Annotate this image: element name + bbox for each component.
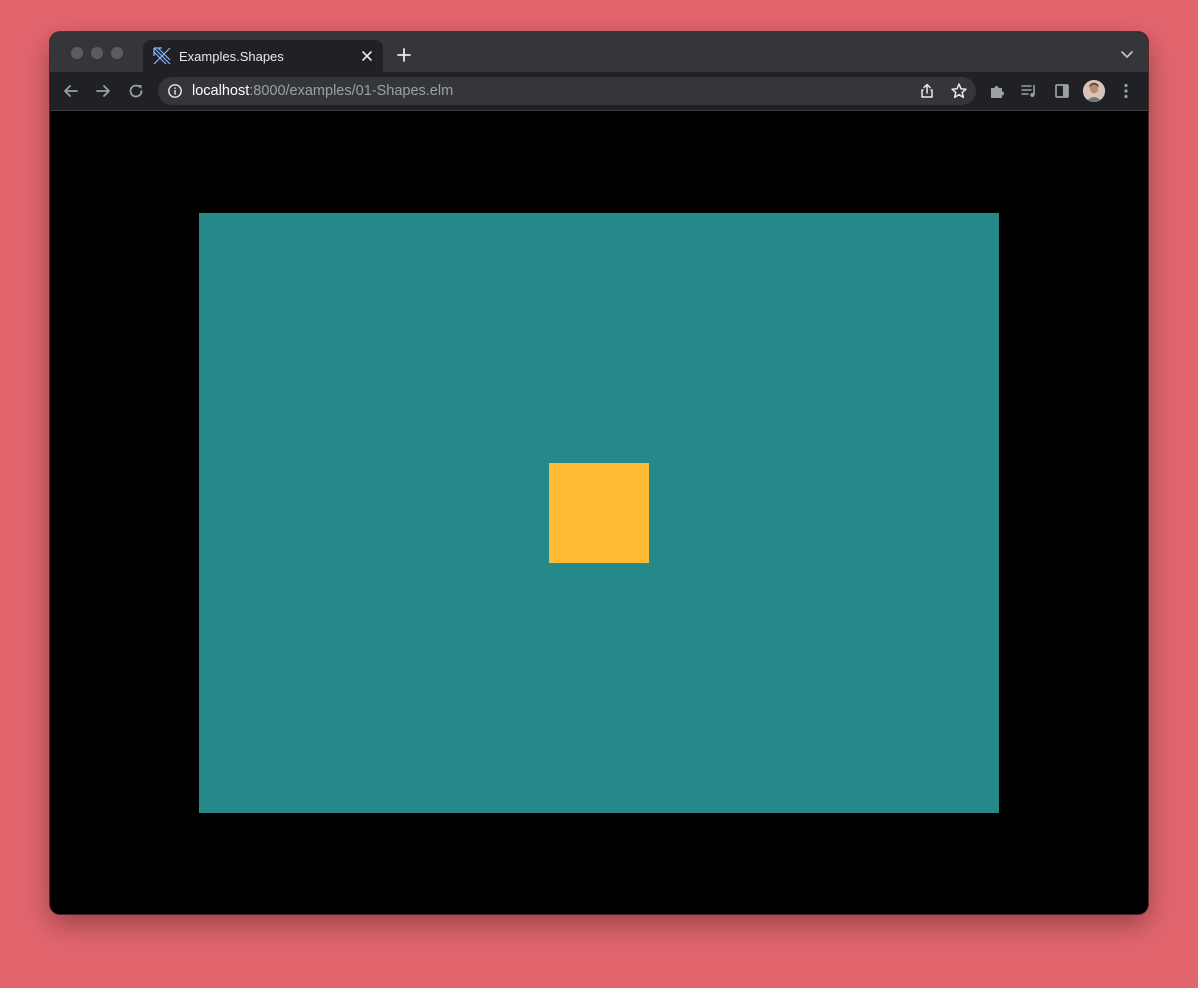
close-window-button[interactable]	[71, 47, 83, 59]
close-tab-icon[interactable]	[359, 48, 375, 64]
site-info-icon[interactable]	[167, 83, 183, 99]
more-menu-icon[interactable]	[1117, 82, 1135, 100]
back-arrow-icon[interactable]	[62, 82, 80, 100]
address-bar[interactable]: localhost:8000/examples/01-Shapes.elm	[158, 77, 976, 105]
side-panel-icon[interactable]	[1053, 82, 1071, 100]
tab-search-chevron-icon[interactable]	[1120, 50, 1134, 60]
elm-tangram-icon	[153, 47, 171, 65]
page-viewport	[50, 111, 1148, 914]
shapes-canvas	[199, 213, 999, 813]
yellow-square	[549, 463, 649, 563]
share-icon[interactable]	[918, 82, 936, 100]
browser-toolbar: localhost:8000/examples/01-Shapes.elm	[50, 72, 1148, 111]
extensions-puzzle-icon[interactable]	[988, 82, 1006, 100]
tab-title: Examples.Shapes	[179, 49, 284, 64]
reload-icon[interactable]	[127, 82, 145, 100]
zoom-window-button[interactable]	[111, 47, 123, 59]
url-path: :8000/examples/01-Shapes.elm	[249, 83, 454, 99]
tab-strip: Examples.Shapes	[50, 32, 1148, 72]
tab-examples-shapes[interactable]: Examples.Shapes	[143, 40, 383, 72]
url-host: localhost	[192, 83, 250, 99]
new-tab-plus-icon[interactable]	[396, 47, 412, 63]
profile-photo-icon	[1083, 80, 1105, 102]
forward-arrow-icon[interactable]	[94, 82, 112, 100]
profile-avatar[interactable]	[1083, 80, 1105, 102]
minimize-window-button[interactable]	[91, 47, 103, 59]
reading-list-icon[interactable]	[1020, 82, 1038, 100]
browser-window: Examples.Shapes localhost:8000/examples/…	[50, 32, 1148, 914]
bookmark-star-icon[interactable]	[950, 82, 968, 100]
url-text[interactable]: localhost:8000/examples/01-Shapes.elm	[192, 83, 453, 99]
